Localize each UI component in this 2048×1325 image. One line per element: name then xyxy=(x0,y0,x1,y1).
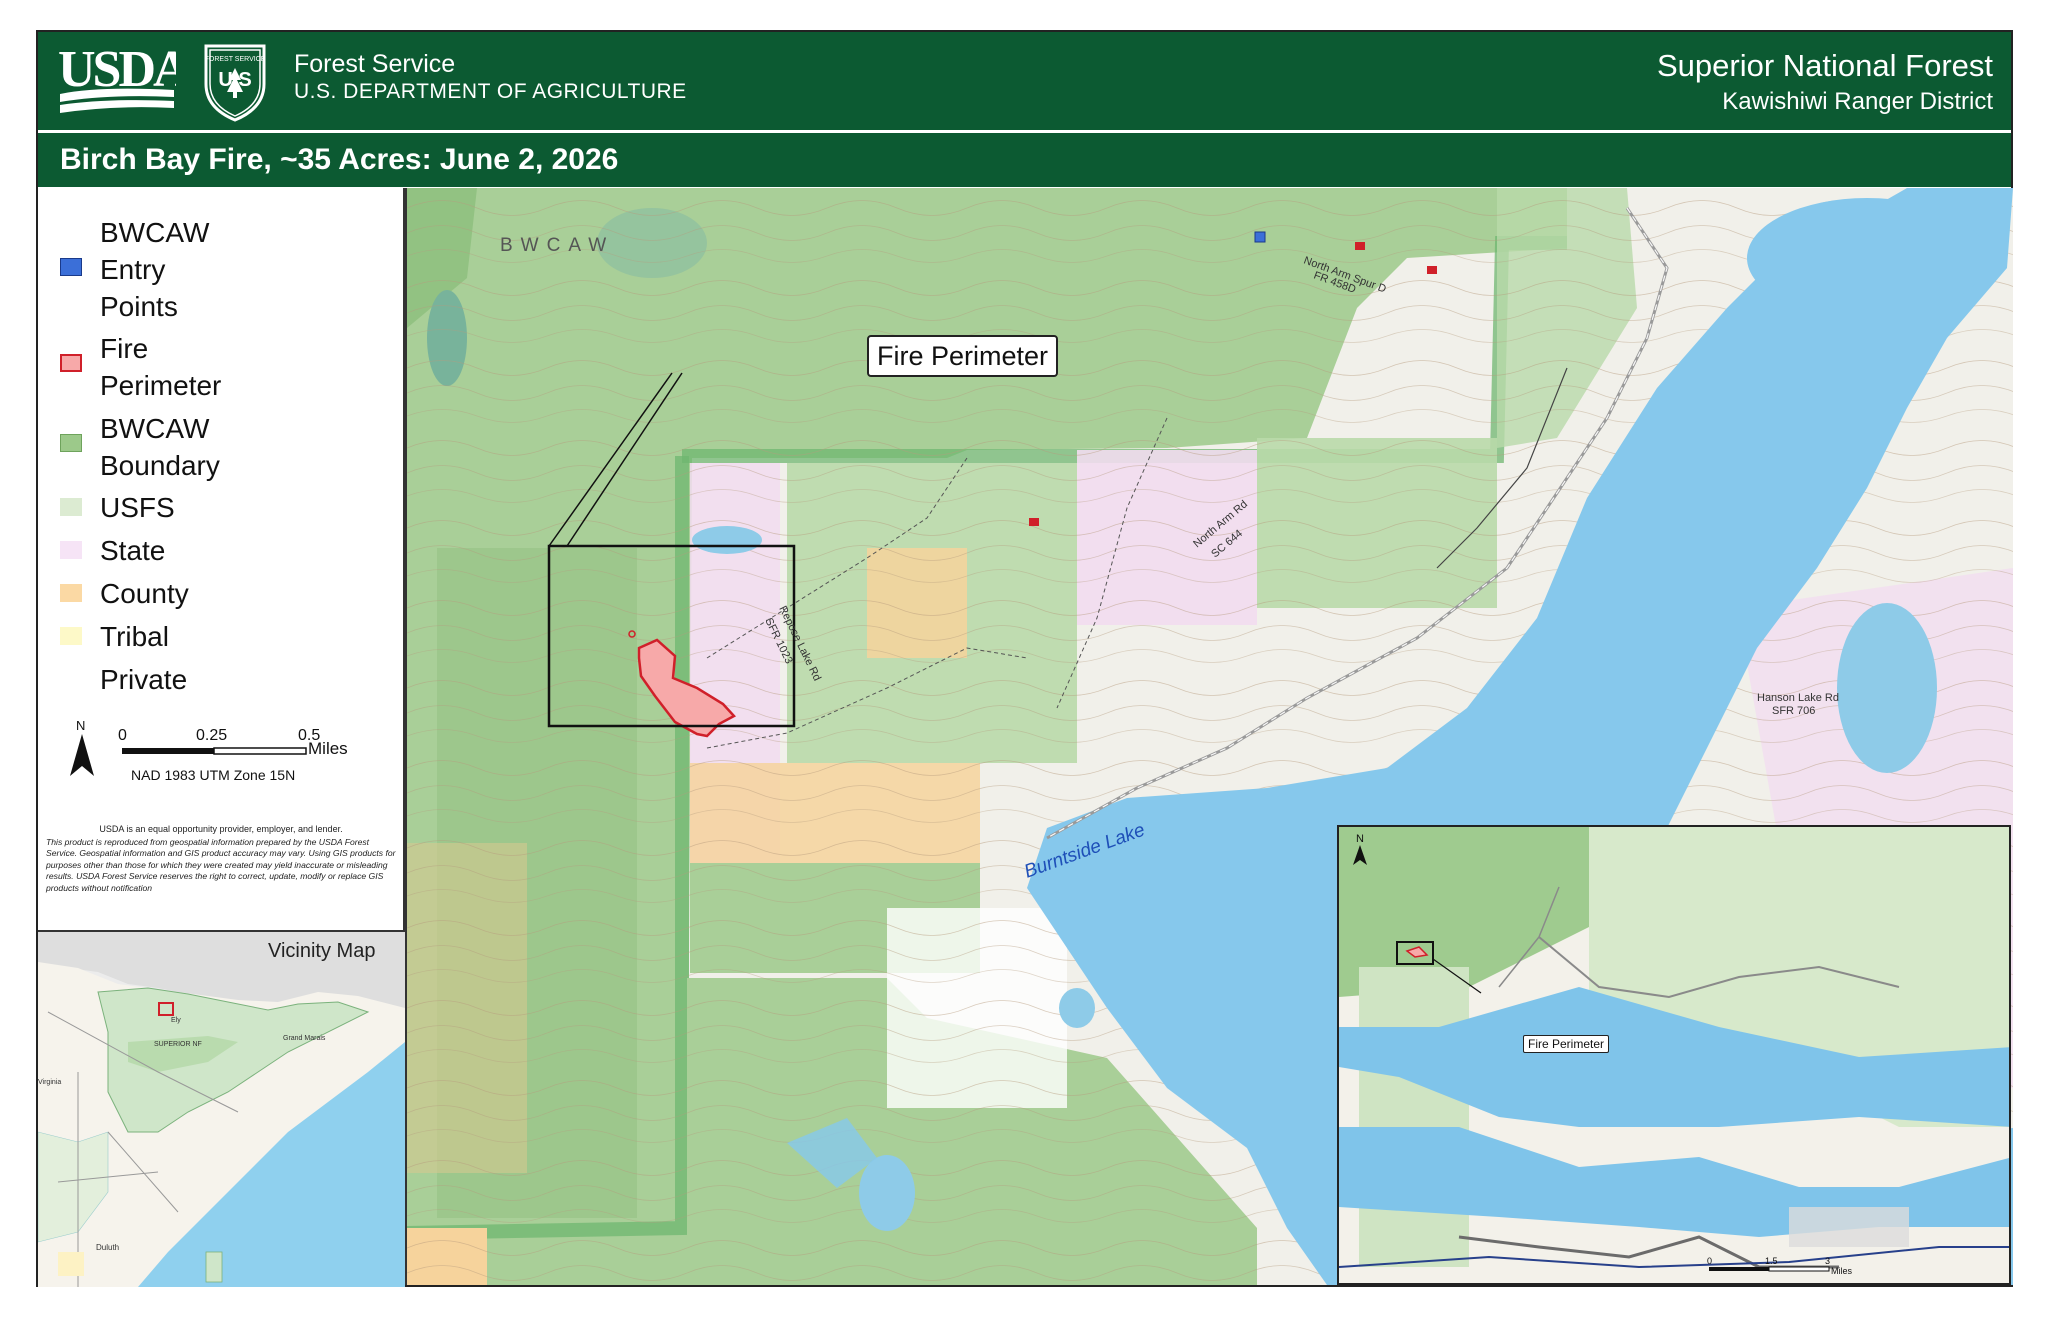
svg-text:0: 0 xyxy=(1707,1256,1712,1266)
svg-text:Duluth: Duluth xyxy=(96,1243,119,1252)
vicinity-map-title: Vicinity Map xyxy=(268,940,376,962)
forest-name: Superior National Forest xyxy=(1657,48,1993,83)
svg-text:N: N xyxy=(1356,833,1364,845)
legend-panel: BWCAW Entry Points Fire Perimeter BWCAW … xyxy=(38,188,405,930)
legend-swatch-tribal xyxy=(60,627,82,645)
legend-swatch-bwcaw-boundary xyxy=(60,434,82,452)
header-bar: USDA FOREST SERVICE U S Forest Service U… xyxy=(38,32,2011,130)
inset-map: N 0 1.5 3 Miles xyxy=(1337,825,2011,1285)
map-title: Birch Bay Fire, ~35 Acres: June 2, 2026 xyxy=(60,143,619,176)
legend-label-entry-points: BWCAW Entry Points xyxy=(100,217,210,322)
legend-label-county: County xyxy=(100,578,189,609)
title-bar: Birch Bay Fire, ~35 Acres: June 2, 2026 xyxy=(38,133,2011,187)
legend-swatch-private xyxy=(60,670,82,688)
district-name: Kawishiwi Ranger District xyxy=(1722,88,1993,115)
department-name: U.S. DEPARTMENT OF AGRICULTURE xyxy=(294,80,687,103)
legend-swatch-county xyxy=(60,584,82,602)
vicinity-map: Ely SUPERIOR NF Grand Marais Duluth Virg… xyxy=(38,930,405,1287)
svg-text:Virginia: Virginia xyxy=(38,1079,61,1086)
legend-label-usfs: USFS xyxy=(100,492,175,523)
legend-label-bwcaw-boundary: BWCAW Boundary xyxy=(100,413,220,481)
agency-name: Forest Service xyxy=(294,50,456,78)
svg-text:Miles: Miles xyxy=(308,739,348,758)
svg-text:BWCAW: BWCAW xyxy=(500,235,614,256)
inset-fire-perimeter-callout: Fire Perimeter xyxy=(1523,1035,1610,1053)
north-arrow-icon xyxy=(70,734,94,776)
svg-text:Ely: Ely xyxy=(171,1017,181,1024)
legend-swatch-fire-perimeter xyxy=(60,354,82,372)
forest-service-shield-icon: FOREST SERVICE U S xyxy=(204,44,266,122)
usda-logo: USDA xyxy=(58,42,176,113)
svg-text:0.25: 0.25 xyxy=(196,727,227,744)
entry-point-marker xyxy=(1254,231,1266,243)
legend-swatch-entry-points xyxy=(60,258,82,276)
svg-text:SUPERIOR NF: SUPERIOR NF xyxy=(154,1041,202,1048)
legend-label-private: Private xyxy=(100,664,188,695)
svg-text:Grand Marais: Grand Marais xyxy=(283,1035,326,1042)
svg-text:1.5: 1.5 xyxy=(1765,1256,1778,1266)
disclaimer-text: USDA is an equal opportunity provider, e… xyxy=(46,824,396,893)
legend-label-tribal: Tribal xyxy=(100,621,169,652)
svg-text:NAD 1983 UTM Zone 15N: NAD 1983 UTM Zone 15N xyxy=(131,767,295,783)
svg-text:N: N xyxy=(76,718,85,733)
svg-text:SFR 706: SFR 706 xyxy=(1772,705,1815,717)
svg-text:Miles: Miles xyxy=(1831,1266,1853,1276)
svg-text:FOREST SERVICE: FOREST SERVICE xyxy=(205,56,266,63)
svg-text:Hanson Lake Rd: Hanson Lake Rd xyxy=(1757,692,1839,704)
legend-swatch-state xyxy=(60,541,82,559)
fire-perimeter-callout: Fire Perimeter xyxy=(867,335,1059,377)
svg-text:3: 3 xyxy=(1825,1256,1830,1266)
scale-bar: N 0 0.25 0.5 Miles NAD 1983 UTM Zone 15N xyxy=(70,718,348,783)
legend-label-fire-perimeter: Fire Perimeter xyxy=(100,333,222,401)
legend-swatch-usfs xyxy=(60,498,82,516)
svg-text:0: 0 xyxy=(118,727,127,744)
legend-label-state: State xyxy=(100,535,166,566)
